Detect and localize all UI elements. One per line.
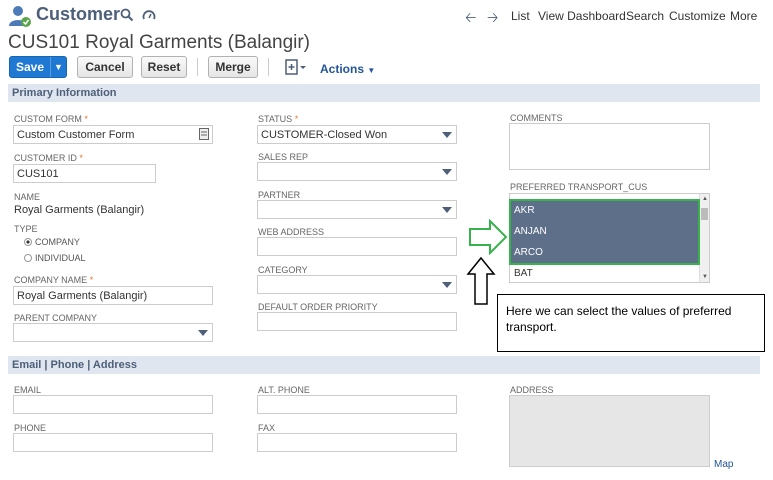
annotation-right-arrow-icon: [468, 218, 508, 260]
back-arrow-icon[interactable]: 🡠: [465, 7, 476, 31]
search-icon[interactable]: [120, 8, 134, 22]
chevron-down-icon: [442, 207, 452, 213]
nav-view-dashboard[interactable]: View Dashboard: [538, 9, 626, 23]
comments-label: COMMENTS: [510, 113, 563, 123]
alt-phone-input[interactable]: [257, 395, 457, 414]
chevron-down-icon: [442, 169, 452, 175]
custom-form-label: CUSTOM FORM *: [14, 114, 88, 124]
customer-id-label: CUSTOMER ID *: [14, 153, 83, 163]
type-radio-individual[interactable]: INDIVIDUAL: [24, 253, 86, 263]
new-record-icon[interactable]: [285, 59, 307, 80]
record-type-title: Customer: [36, 4, 121, 24]
fax-label: FAX: [258, 423, 276, 433]
chevron-down-icon: [198, 330, 208, 336]
preferred-transport-label: PREFERRED TRANSPORT_CUS: [510, 182, 648, 192]
company-name-label: COMPANY NAME *: [14, 275, 94, 285]
type-radio-company[interactable]: COMPANY: [24, 237, 80, 247]
address-textarea[interactable]: [509, 395, 710, 467]
save-button[interactable]: Save ▼: [9, 56, 67, 78]
custom-form-select[interactable]: Custom Customer Form: [13, 125, 213, 144]
nav-customize[interactable]: Customize: [669, 9, 726, 23]
phone-input[interactable]: [13, 433, 213, 452]
form-icon[interactable]: [199, 128, 209, 144]
sales-rep-select[interactable]: [257, 162, 457, 181]
map-link[interactable]: Map: [714, 459, 733, 470]
annotation-callout: Here we can select the values of preferr…: [497, 294, 765, 352]
email-input[interactable]: [13, 395, 213, 414]
partner-label: PARTNER: [258, 190, 301, 200]
phone-label: PHONE: [14, 423, 47, 433]
alt-phone-label: ALT. PHONE: [258, 385, 310, 395]
status-label: STATUS *: [258, 114, 299, 124]
status-select[interactable]: CUSTOMER-Closed Won: [257, 125, 457, 144]
default-order-priority-input[interactable]: [257, 312, 457, 331]
actions-menu[interactable]: Actions ▼: [320, 62, 375, 76]
toolbar-divider: [268, 58, 269, 76]
custom-form-value: Custom Customer Form: [17, 129, 135, 141]
comments-textarea[interactable]: [509, 123, 710, 170]
type-label: TYPE: [14, 224, 38, 234]
page-title: CUS101 Royal Garments (Balangir): [8, 32, 311, 53]
scroll-up-icon[interactable]: ▲: [702, 196, 708, 202]
radio-selected-icon: [24, 238, 32, 246]
chevron-down-icon: [442, 132, 452, 138]
chevron-down-icon: ▼: [367, 66, 376, 75]
nav-search[interactable]: Search: [626, 9, 664, 23]
web-address-input[interactable]: [257, 237, 457, 256]
name-label: NAME: [14, 192, 41, 202]
multiselect-scrollbar[interactable]: ▲ ▼: [699, 194, 709, 282]
forward-arrow-icon[interactable]: 🡢: [487, 7, 498, 31]
actions-label: Actions: [320, 62, 365, 76]
category-select[interactable]: [257, 275, 457, 294]
default-order-priority-label: DEFAULT ORDER PRIORITY: [258, 302, 378, 312]
scroll-down-icon[interactable]: ▼: [702, 274, 708, 280]
save-button-label: Save: [15, 60, 45, 74]
cancel-button[interactable]: Cancel: [77, 56, 133, 78]
nav-list[interactable]: List: [511, 9, 530, 23]
category-label: CATEGORY: [258, 265, 308, 275]
merge-button[interactable]: Merge: [208, 56, 258, 78]
customer-avatar-icon: [8, 4, 32, 28]
parent-company-select[interactable]: [13, 323, 213, 342]
address-label: ADDRESS: [510, 385, 554, 395]
email-label: EMAIL: [14, 385, 42, 395]
section-primary-information[interactable]: Primary Information: [8, 84, 760, 102]
company-name-input[interactable]: Royal Garments (Balangir): [13, 286, 213, 305]
fax-input[interactable]: [257, 433, 457, 452]
section-email-phone-address[interactable]: Email | Phone | Address: [8, 356, 760, 374]
selection-highlight-box: [509, 199, 700, 265]
radio-unselected-icon: [24, 254, 32, 262]
name-value: Royal Garments (Balangir): [14, 204, 145, 216]
chevron-down-icon: [442, 282, 452, 288]
nav-more[interactable]: More: [730, 9, 757, 23]
transport-option-bat[interactable]: BAT: [510, 263, 709, 282]
reset-button[interactable]: Reset: [141, 56, 187, 78]
customer-id-input[interactable]: CUS101: [13, 164, 156, 183]
partner-select[interactable]: [257, 200, 457, 219]
save-dropdown-icon[interactable]: ▼: [50, 57, 66, 77]
parent-company-label: PARENT COMPANY: [14, 313, 98, 323]
dashboard-icon[interactable]: [142, 8, 156, 22]
web-address-label: WEB ADDRESS: [258, 227, 325, 237]
sales-rep-label: SALES REP: [258, 152, 309, 162]
annotation-up-arrow-icon: [466, 256, 496, 311]
toolbar-divider: [197, 58, 198, 76]
